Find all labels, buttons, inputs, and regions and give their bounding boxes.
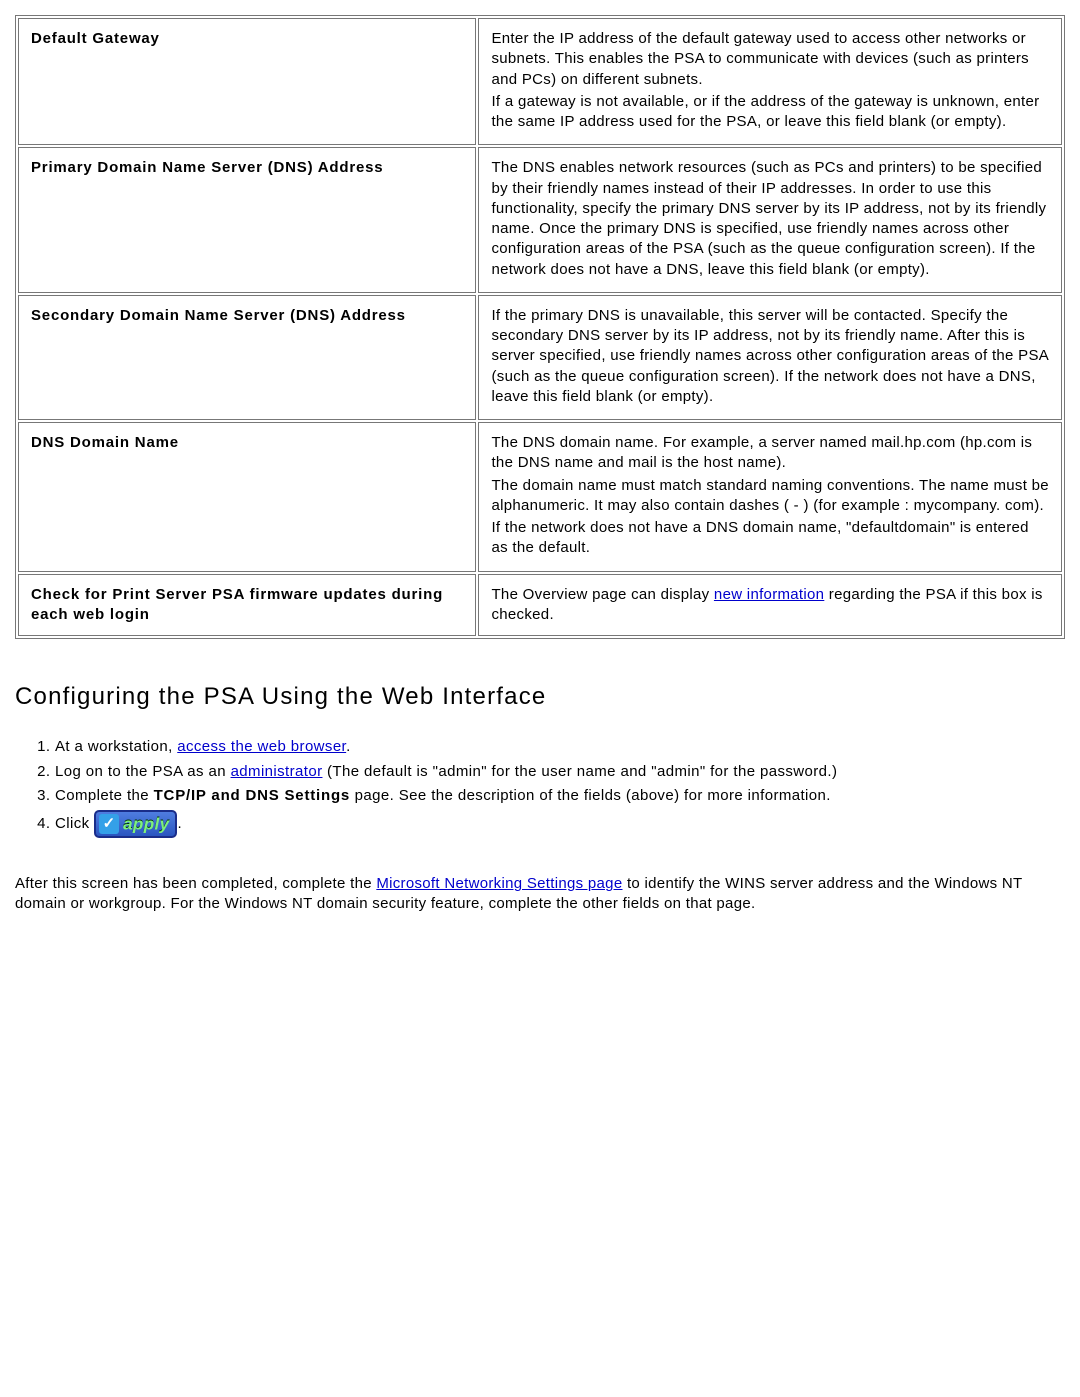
description-text: The Overview page can display (491, 586, 713, 603)
table-body: Default Gateway Enter the IP address of … (18, 18, 1062, 636)
microsoft-networking-settings-link[interactable]: Microsoft Networking Settings page (376, 875, 622, 892)
field-description: The DNS domain name. For example, a serv… (478, 422, 1062, 572)
steps-list: At a workstation, access the web browser… (55, 735, 1065, 840)
step-item: At a workstation, access the web browser… (55, 735, 1065, 759)
field-term: DNS Domain Name (18, 422, 476, 572)
step-text: Complete the (55, 787, 154, 804)
access-web-browser-link[interactable]: access the web browser (177, 738, 346, 755)
description-paragraph: If the network does not have a DNS domai… (491, 518, 1049, 559)
field-description: If the primary DNS is unavailable, this … (478, 295, 1062, 420)
table-row: Check for Print Server PSA firmware upda… (18, 574, 1062, 637)
section-heading: Configuring the PSA Using the Web Interf… (15, 681, 1065, 713)
apply-button[interactable]: ✓apply (94, 810, 177, 838)
field-term: Default Gateway (18, 18, 476, 145)
description-paragraph: The DNS enables network resources (such … (491, 158, 1049, 280)
document-page: Default Gateway Enter the IP address of … (0, 0, 1080, 955)
field-description: Enter the IP address of the default gate… (478, 18, 1062, 145)
field-term: Check for Print Server PSA firmware upda… (18, 574, 476, 637)
field-description: The DNS enables network resources (such … (478, 147, 1062, 293)
step-item: Log on to the PSA as an administrator (T… (55, 760, 1065, 784)
description-paragraph: The domain name must match standard nami… (491, 476, 1049, 517)
new-information-link[interactable]: new information (714, 586, 824, 603)
description-paragraph: The DNS domain name. For example, a serv… (491, 433, 1049, 474)
field-description: The Overview page can display new inform… (478, 574, 1062, 637)
table-row: Secondary Domain Name Server (DNS) Addre… (18, 295, 1062, 420)
description-paragraph: If the primary DNS is unavailable, this … (491, 306, 1049, 407)
field-definitions-table: Default Gateway Enter the IP address of … (15, 15, 1065, 639)
step-text: . (346, 738, 351, 755)
step-text: (The default is "admin" for the user nam… (322, 763, 837, 780)
administrator-link[interactable]: administrator (231, 763, 323, 780)
step-text: Click (55, 815, 94, 832)
check-icon: ✓ (99, 814, 119, 834)
step-text: page. See the description of the fields … (350, 787, 831, 804)
description-paragraph: If a gateway is not available, or if the… (491, 92, 1049, 133)
description-paragraph: Enter the IP address of the default gate… (491, 29, 1049, 90)
step-item: Complete the TCP/IP and DNS Settings pag… (55, 784, 1065, 808)
table-row: Default Gateway Enter the IP address of … (18, 18, 1062, 145)
step-bold-text: TCP/IP and DNS Settings (154, 787, 350, 804)
step-text: Log on to the PSA as an (55, 763, 231, 780)
step-item: Click ✓apply. (55, 808, 1065, 840)
field-term: Secondary Domain Name Server (DNS) Addre… (18, 295, 476, 420)
step-text: . (177, 815, 182, 832)
step-text: At a workstation, (55, 738, 177, 755)
table-row: DNS Domain Name The DNS domain name. For… (18, 422, 1062, 572)
closing-paragraph: After this screen has been completed, co… (15, 874, 1065, 915)
paragraph-text: After this screen has been completed, co… (15, 875, 376, 892)
apply-button-label: apply (123, 815, 169, 834)
field-term: Primary Domain Name Server (DNS) Address (18, 147, 476, 293)
table-row: Primary Domain Name Server (DNS) Address… (18, 147, 1062, 293)
